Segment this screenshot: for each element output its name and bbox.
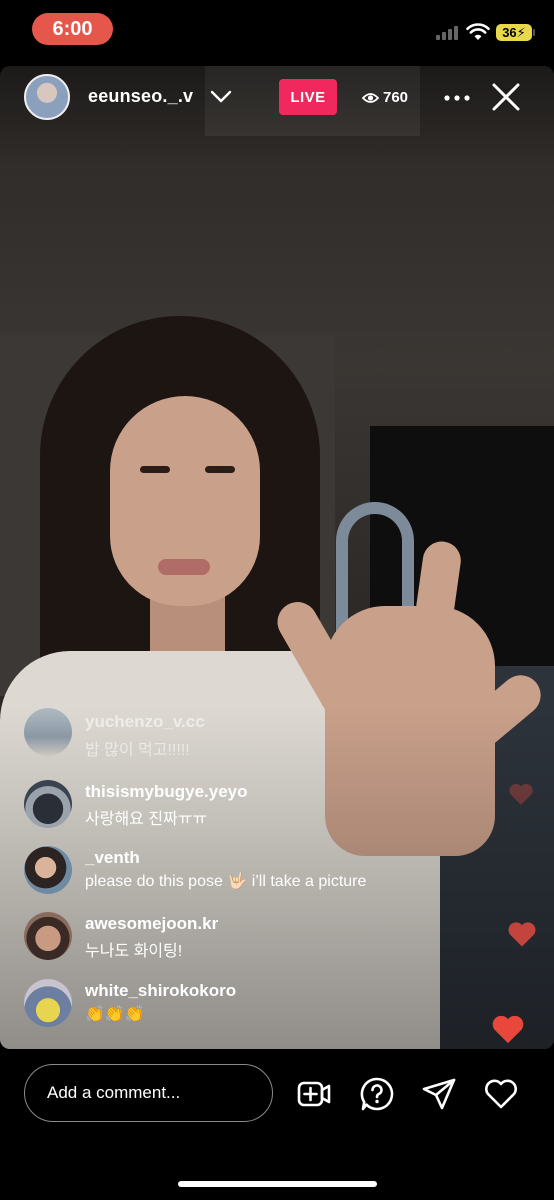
question-icon[interactable] — [359, 1076, 395, 1112]
heart-icon[interactable] — [483, 1076, 519, 1112]
comment-item: white_shirokokoro 👏👏👏 — [24, 979, 324, 1029]
status-bar: 6:00 36 ⚡ — [0, 0, 554, 62]
comment-item: awesomejoon.kr 누나도 화이팅! — [24, 912, 324, 962]
comment-avatar — [24, 979, 72, 1027]
scene-eye — [205, 466, 235, 473]
home-indicator[interactable] — [178, 1181, 377, 1187]
top-gradient — [0, 66, 554, 166]
more-icon[interactable] — [444, 95, 470, 101]
comment-avatar — [24, 780, 72, 828]
viewer-count[interactable]: 760 — [383, 89, 408, 106]
floating-heart-icon — [509, 783, 533, 805]
cellular-signal-icon — [436, 26, 458, 40]
comment-text: 밥 많이 먹고!!!!! — [85, 742, 190, 759]
battery-level: 36 — [502, 25, 517, 40]
chevron-down-icon[interactable] — [209, 89, 233, 105]
battery-icon: 36 ⚡ — [496, 24, 532, 41]
host-avatar[interactable] — [24, 74, 70, 120]
comment-avatar — [24, 708, 72, 756]
comment-username: yuchenzo_v.cc — [85, 712, 205, 731]
comment-text: 👏👏👏 — [85, 1006, 145, 1023]
comment-text: please do this pose 🤟🏻 i’ll take a pictu… — [85, 873, 367, 890]
battery-tip — [533, 29, 535, 36]
comment-input[interactable] — [24, 1064, 273, 1122]
status-time: 6:00 — [32, 13, 113, 45]
floating-heart-icon — [492, 1015, 524, 1044]
comment-avatar — [24, 912, 72, 960]
comment-item: thisismybugye.yeyo 사랑해요 진짜ㅠㅠ — [24, 780, 344, 830]
comment-item: yuchenzo_v.cc 밥 많이 먹고!!!!! — [24, 708, 324, 759]
share-icon[interactable] — [421, 1076, 457, 1112]
comment-username: _venth — [85, 848, 140, 867]
comment-username: awesomejoon.kr — [85, 914, 219, 933]
close-icon[interactable] — [490, 81, 522, 113]
scene-eye — [140, 466, 170, 473]
add-video-icon[interactable] — [296, 1076, 332, 1112]
wifi-icon — [466, 23, 490, 40]
comment-text: 누나도 화이팅! — [85, 943, 183, 960]
comment-text: 사랑해요 진짜ㅠㅠ — [85, 811, 208, 828]
comment-avatar — [24, 846, 72, 894]
floating-heart-icon — [508, 922, 536, 947]
live-video-feed[interactable] — [0, 66, 554, 1049]
scene-lips — [158, 559, 210, 575]
live-badge: LIVE — [279, 79, 337, 115]
host-username[interactable]: eeunseo._.v — [88, 86, 193, 107]
live-stream-screen: 6:00 36 ⚡ eeunseo._.v LIVE 760 yuchenzo_… — [0, 0, 554, 1200]
comment-username: thisismybugye.yeyo — [85, 782, 248, 801]
comment-username: white_shirokokoro — [85, 981, 237, 1000]
comment-item: _venth please do this pose 🤟🏻 i’ll take … — [24, 846, 444, 896]
eye-icon — [362, 93, 379, 103]
